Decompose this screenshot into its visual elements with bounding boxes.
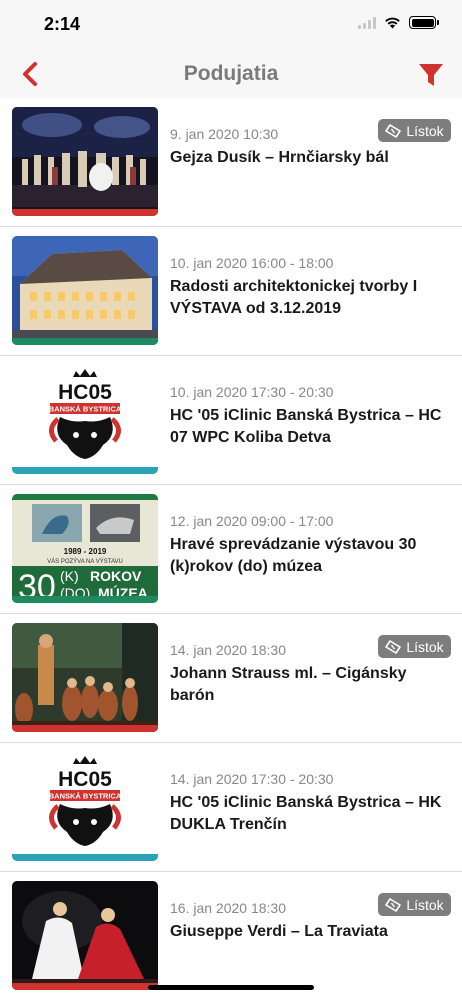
event-item[interactable]: 1989 - 2019 VÁS POZÝVA NA VÝSTAVU 30 (K)… bbox=[0, 485, 462, 614]
ticket-icon bbox=[385, 897, 402, 912]
poster-line1a: (K) bbox=[60, 568, 79, 584]
logo-ribbon: BANSKÁ BYSTRICA bbox=[49, 405, 122, 414]
event-date: 16. jan 2020 18:30 bbox=[170, 900, 286, 916]
event-item[interactable]: 10. jan 2020 16:00 - 18:00 Radosti archi… bbox=[0, 227, 462, 356]
event-date: 14. jan 2020 17:30 - 20:30 bbox=[170, 771, 334, 787]
event-title: Radosti architektonickej tvorby I VÝSTAV… bbox=[170, 278, 418, 317]
event-title: Johann Strauss ml. – Cigánsky barón bbox=[170, 665, 407, 704]
hc05-logo-image: HC05 BANSKÁ BYSTRICA bbox=[12, 365, 158, 474]
ticket-label: Lístok bbox=[406, 122, 444, 139]
battery-icon bbox=[409, 16, 439, 29]
poster-invite: VÁS POZÝVA NA VÝSTAVU bbox=[47, 558, 123, 565]
event-date: 14. jan 2020 18:30 bbox=[170, 642, 286, 658]
event-title: HC '05 iClinic Banská Bystrica – HK DUKL… bbox=[170, 794, 442, 833]
event-image-la-traviata bbox=[12, 881, 158, 990]
event-item[interactable]: 14. jan 2020 18:30 Johann Strauss ml. – … bbox=[0, 614, 462, 743]
event-image-opera bbox=[12, 623, 158, 732]
status-time: 2:14 bbox=[44, 14, 81, 34]
event-title: HC '05 iClinic Banská Bystrica – HC 07 W… bbox=[170, 407, 442, 446]
event-title: Giuseppe Verdi – La Traviata bbox=[170, 923, 388, 940]
ticket-badge[interactable]: Lístok bbox=[378, 119, 451, 142]
hc05-logo-image: HC05 BANSKÁ BYSTRICA bbox=[12, 752, 158, 861]
status-bar: 2:14 bbox=[0, 0, 462, 50]
ticket-label: Lístok bbox=[406, 638, 444, 655]
poster-line1b: ROKOV bbox=[90, 568, 142, 584]
ticket-badge[interactable]: Lístok bbox=[378, 635, 451, 658]
event-image-building bbox=[12, 236, 158, 345]
ticket-badge[interactable]: Lístok bbox=[378, 893, 451, 916]
event-date: 10. jan 2020 16:00 - 18:00 bbox=[170, 255, 334, 271]
event-item[interactable]: 9. jan 2020 10:30 Gejza Dusík – Hrnčiars… bbox=[0, 98, 462, 227]
ticket-icon bbox=[385, 639, 402, 654]
wifi-icon bbox=[385, 17, 400, 29]
poster-years: 1989 - 2019 bbox=[64, 547, 107, 556]
event-image-theatre bbox=[12, 107, 158, 216]
navigation-bar: Podujatia bbox=[0, 50, 462, 98]
logo-ribbon: BANSKÁ BYSTRICA bbox=[49, 792, 122, 801]
logo-text: HC05 bbox=[58, 768, 112, 791]
event-title: Gejza Dusík – Hrnčiarsky bál bbox=[170, 149, 389, 166]
event-title: Hravé sprevádzanie výstavou 30 (k)rokov … bbox=[170, 536, 417, 575]
event-date: 9. jan 2020 10:30 bbox=[170, 126, 279, 142]
cellular-signal-icon bbox=[358, 16, 376, 29]
logo-text: HC05 bbox=[58, 381, 112, 404]
status-icons bbox=[358, 16, 439, 29]
event-item[interactable]: 16. jan 2020 18:30 Giuseppe Verdi – La T… bbox=[0, 872, 462, 1000]
event-list: 9. jan 2020 10:30 Gejza Dusík – Hrnčiars… bbox=[0, 98, 462, 1000]
event-item[interactable]: HC05 BANSKÁ BYSTRICA 10. jan 2020 17:30 … bbox=[0, 356, 462, 485]
home-indicator[interactable] bbox=[148, 985, 314, 990]
museum-poster-image: 1989 - 2019 VÁS POZÝVA NA VÝSTAVU 30 (K)… bbox=[12, 494, 158, 603]
page-title: Podujatia bbox=[183, 62, 279, 85]
event-item[interactable]: HC05 BANSKÁ BYSTRICA 14. jan 2020 17:30 … bbox=[0, 743, 462, 872]
ticket-icon bbox=[385, 123, 402, 138]
event-date: 10. jan 2020 17:30 - 20:30 bbox=[170, 384, 334, 400]
event-date: 12. jan 2020 09:00 - 17:00 bbox=[170, 513, 334, 529]
ticket-label: Lístok bbox=[406, 896, 444, 913]
filter-button[interactable] bbox=[414, 58, 448, 92]
filter-icon bbox=[419, 64, 443, 86]
